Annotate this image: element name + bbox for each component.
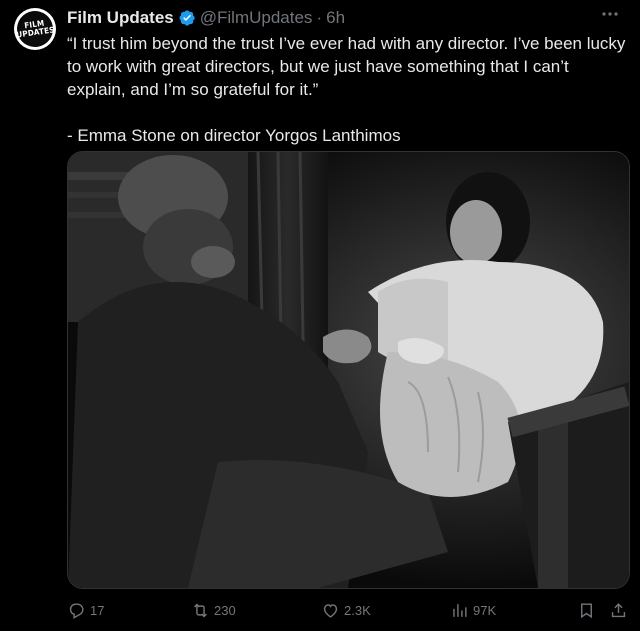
tweet-text: “I trust him beyond the trust I’ve ever … (67, 32, 627, 147)
verified-badge-icon (178, 9, 196, 27)
tweet-text-line: “I trust him beyond the trust I’ve ever … (67, 34, 626, 53)
like-count: 2.3K (344, 602, 371, 618)
tweet-text-line: to work with great directors, but we jus… (67, 57, 569, 76)
retweet-count: 230 (214, 602, 236, 618)
author-name[interactable]: Film Updates (67, 8, 174, 28)
tweet-time[interactable]: 6h (326, 8, 345, 28)
bookmark-icon (581, 602, 592, 618)
avatar[interactable]: FILM UPDATES (14, 8, 56, 50)
retweet-button[interactable]: 230 (191, 598, 236, 622)
avatar-logo-line2: UPDATES (15, 25, 56, 40)
tweet-text-line: explain, and I’m so grateful for it.” (67, 80, 319, 99)
header-separator: · (316, 8, 323, 27)
tweet-actions: 17 230 2.3K 97K (67, 598, 628, 622)
photo-scene (68, 152, 629, 588)
reply-count: 17 (90, 602, 105, 618)
reply-icon (69, 602, 84, 619)
views-count: 97K (473, 602, 497, 618)
tweet: FILM UPDATES Film Updates @FilmUpdates ·… (0, 0, 640, 631)
bookmark-button[interactable] (577, 598, 596, 622)
more-dots-icon[interactable] (598, 4, 622, 24)
avatar-logo: FILM UPDATES (14, 8, 56, 50)
tweet-photo[interactable] (67, 151, 630, 589)
heart-icon (323, 603, 338, 618)
like-button[interactable]: 2.3K (321, 598, 371, 622)
views-icon (453, 603, 467, 617)
retweet-icon (194, 603, 207, 617)
tweet-text-line: - Emma Stone on director Yorgos Lanthimo… (67, 126, 401, 145)
author-handle[interactable]: @FilmUpdates (200, 8, 313, 28)
views-button[interactable]: 97K (450, 598, 496, 622)
reply-button[interactable]: 17 (67, 598, 104, 622)
share-icon (611, 602, 626, 617)
share-button[interactable] (609, 598, 628, 622)
tweet-header: Film Updates @FilmUpdates · 6h (67, 7, 345, 29)
